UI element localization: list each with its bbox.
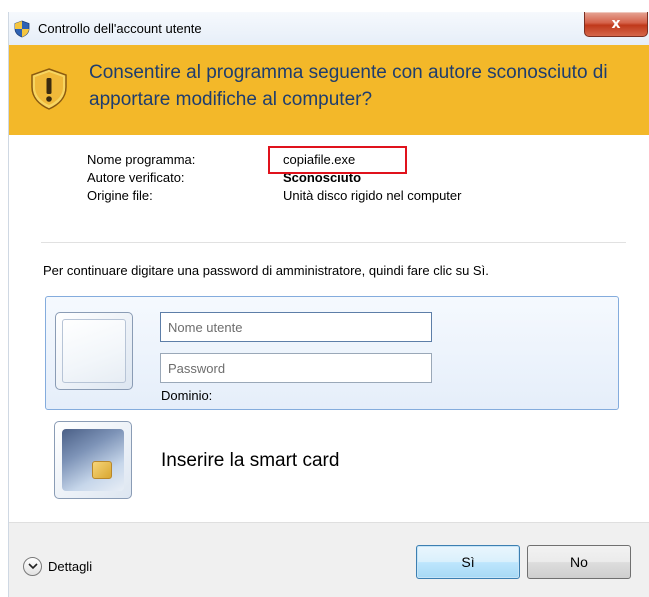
yes-button[interactable]: Sì [416,545,520,579]
details-label[interactable]: Dettagli [48,559,92,574]
uac-shield-icon [13,20,31,38]
no-button[interactable]: No [527,545,631,579]
origin-label: Origine file: [87,188,153,203]
smart-card-tile[interactable] [54,421,132,499]
domain-label: Dominio: [161,388,213,403]
password-input[interactable] [160,353,432,383]
window-title: Controllo dell'account utente [38,21,202,36]
close-icon: x [611,16,621,32]
prompt-question: Consentire al programma seguente con aut… [89,62,608,110]
username-input[interactable] [160,312,432,342]
smart-card-icon [62,429,124,491]
user-picture-icon [62,319,126,383]
close-button[interactable]: x [584,12,648,37]
title-bar: Controllo dell'account utente x [9,12,649,45]
chevron-down-icon[interactable] [23,557,42,576]
warning-shield-icon [29,67,69,111]
credentials-panel[interactable]: Dominio: [45,296,619,410]
smart-card-label[interactable]: Inserire la smart card [161,450,339,472]
program-name-label: Nome programma: [87,152,196,167]
program-name-highlight [268,146,407,174]
separator [41,242,626,243]
origin-value: Unità disco rigido nel computer [283,188,462,203]
uac-dialog: Controllo dell'account utente x Consenti… [8,12,649,597]
user-tile [55,312,133,390]
dialog-footer: Dettagli Sì No [9,522,649,597]
publisher-label: Autore verificato: [87,170,185,185]
warning-header: Consentire al programma seguente con aut… [9,45,649,135]
chip-icon [92,461,112,479]
instruction-text: Per continuare digitare una password di … [43,263,489,278]
details-toggle[interactable]: Dettagli [23,557,92,576]
